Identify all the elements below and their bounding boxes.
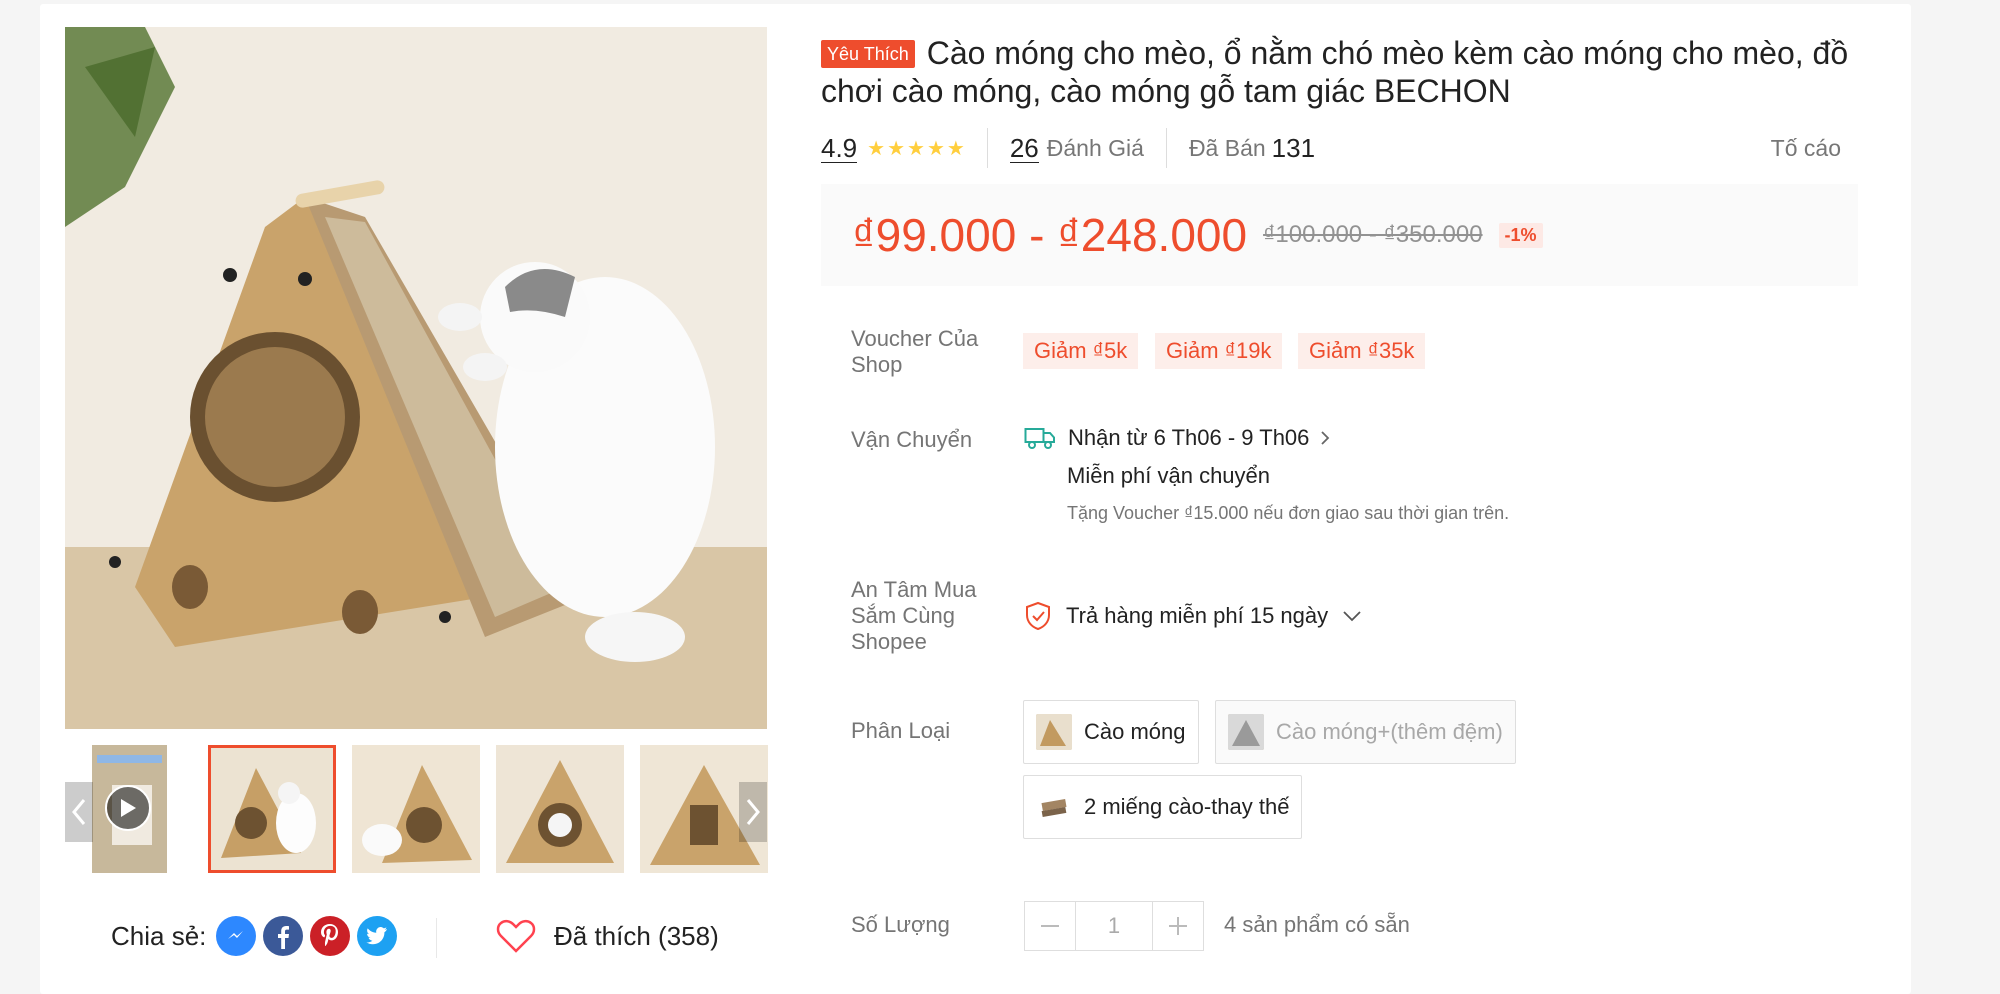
variant-option-label: 2 miếng cào-thay thế [1084,794,1290,819]
quantity-label: Số Lượng [851,912,950,937]
voucher-label: Voucher Của Shop [851,326,979,377]
voucher-tag[interactable]: Giảm ₫5k [1023,333,1139,369]
plus-icon [1169,917,1187,935]
heart-icon [496,919,536,953]
chevron-right-icon [1321,431,1330,445]
original-price: ₫100.000 - ₫350.000 [1263,221,1483,248]
variant-option[interactable]: Cào móng+(thêm đệm) [1215,700,1516,764]
guarantee-row[interactable]: Trả hàng miễn phí 15 ngày [1024,601,1362,631]
product-main-image[interactable] [65,27,767,729]
star-icon: ★ [946,137,965,160]
variant-option[interactable]: 2 miếng cào-thay thế [1023,775,1303,839]
product-title: Yêu Thích Cào móng cho mèo, ổ nằm chó mèo… [821,34,1861,110]
free-shipping-text: Miễn phí vận chuyển [1067,463,1271,488]
favorite-badge: Yêu Thích [821,40,915,68]
delivery-row[interactable]: Nhận từ 6 Th06 - 9 Th06 [1024,425,1331,451]
star-icon: ★ [887,137,906,160]
quantity-input[interactable]: 1 [1075,902,1153,950]
increase-button[interactable] [1153,902,1203,950]
variant-thumbnail [1036,789,1072,825]
share-like-divider [436,918,437,958]
product-stats: 4.9 ★ ★ ★ ★ ★ 26 Đánh Giá Đã Bán 131 Tố … [821,128,1851,168]
review-label: Đánh Giá [1046,134,1144,161]
chevron-right-icon [746,799,760,825]
star-icon: ★ [867,137,886,160]
play-icon[interactable] [105,785,151,831]
chevron-left-icon [72,799,86,825]
pinterest-icon[interactable] [310,916,351,956]
shipping-label: Vận Chuyển [851,427,973,452]
variant-option[interactable]: Cào móng [1023,700,1199,764]
report-link[interactable]: Tố cáo [1771,135,1841,162]
share-label: Chia sẻ: [111,920,207,951]
thumbnail-1[interactable] [208,745,336,873]
current-price: ₫99.000 - ₫248.000 [852,209,1248,261]
variant-thumbnail [1036,714,1072,750]
stats-divider [986,128,988,168]
review-count[interactable]: 26 [1009,134,1039,163]
rating-stars: ★ ★ ★ ★ ★ [867,136,965,161]
minus-icon [1041,925,1059,927]
star-icon: ★ [926,137,945,160]
star-icon: ★ [907,137,925,160]
share-row: Chia sẻ: [111,914,404,958]
shield-icon [1026,601,1050,631]
variant-thumbnail [1228,714,1264,750]
guarantee-label: An Tâm Mua Sắm Cùng Shopee [851,577,977,654]
stats-divider [1165,128,1167,168]
twitter-icon[interactable] [357,916,398,956]
stock-info: 4 sản phẩm có sẵn [1224,912,1410,937]
sold-count: 131 [1271,132,1316,163]
thumbnail-3[interactable] [496,745,624,873]
variant-label: Phân Loại [851,718,951,743]
thumbnail-2[interactable] [352,745,480,873]
facebook-icon[interactable] [263,916,304,956]
like-label: Đã thích (358) [554,920,719,951]
sold-label: Đã Bán [1188,134,1266,161]
price-box: ₫99.000 - ₫248.000 ₫100.000 - ₫350.000 -… [821,184,1858,286]
decrease-button[interactable] [1025,902,1075,950]
shipping-note: Tặng Voucher ₫15.000 nếu đơn giao sau th… [1067,503,1510,523]
voucher-tag[interactable]: Giảm ₫19k [1155,333,1283,369]
discount-badge: -1% [1498,222,1543,248]
voucher-tag[interactable]: Giảm ₫35k [1298,333,1426,369]
chevron-down-icon [1343,611,1361,622]
delivery-date: Nhận từ 6 Th06 - 9 Th06 [1068,425,1310,450]
messenger-icon[interactable] [216,916,257,956]
thumbnail-next-button[interactable] [739,782,767,842]
cat-scratcher-photo [65,27,767,729]
free-shipping: Miễn phí vận chuyển [1067,463,1270,489]
variant-option-label: Cào móng [1084,719,1186,744]
thumbnail-strip [65,745,768,873]
like-button[interactable]: Đã thích (358) [496,914,719,958]
quantity-stepper: 1 [1024,901,1204,951]
product-title-text: Cào móng cho mèo, ổ nằm chó mèo kèm cào … [821,35,1849,109]
truck-icon [1024,428,1055,449]
rating-value[interactable]: 4.9 [821,134,858,163]
guarantee-text: Trả hàng miễn phí 15 ngày [1066,603,1329,628]
variant-option-label: Cào móng+(thêm đệm) [1276,719,1503,744]
thumbnail-prev-button[interactable] [65,782,93,842]
